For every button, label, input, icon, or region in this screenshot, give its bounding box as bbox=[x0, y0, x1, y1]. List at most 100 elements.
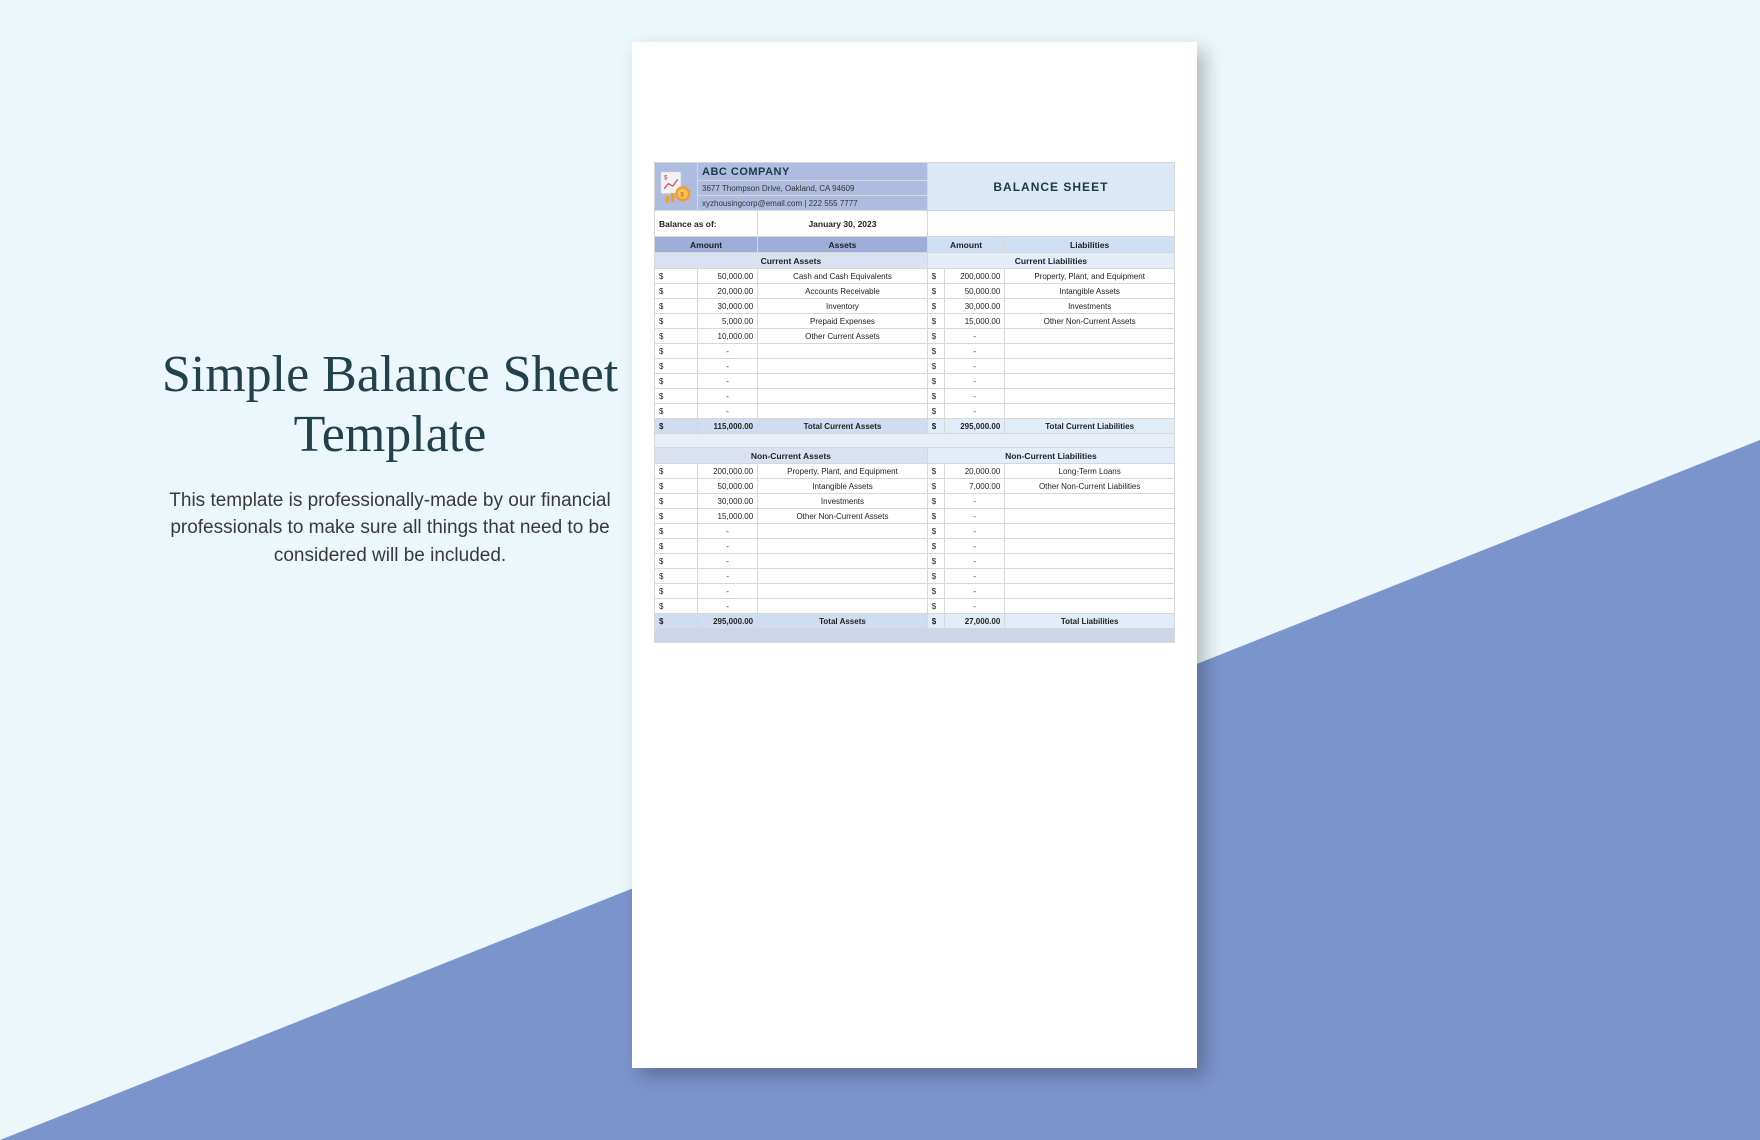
row-amount: - bbox=[698, 569, 758, 584]
row-label bbox=[1005, 329, 1175, 344]
row-amount: - bbox=[698, 584, 758, 599]
currency-symbol: $ bbox=[655, 569, 698, 584]
currency-symbol: $ bbox=[927, 374, 944, 389]
row-label bbox=[1005, 539, 1175, 554]
total-assets-amt: 295,000.00 bbox=[698, 614, 758, 629]
currency-symbol: $ bbox=[655, 464, 698, 479]
currency-symbol: $ bbox=[927, 314, 944, 329]
currency-symbol: $ bbox=[655, 299, 698, 314]
currency-symbol: $ bbox=[927, 269, 944, 284]
row-label bbox=[758, 524, 928, 539]
currency-symbol: $ bbox=[927, 344, 944, 359]
row-amount: - bbox=[945, 344, 1005, 359]
row-label bbox=[1005, 374, 1175, 389]
total-current-liab-label: Total Current Liabilities bbox=[1005, 419, 1175, 434]
row-amount: 10,000.00 bbox=[698, 329, 758, 344]
row-amount: 5,000.00 bbox=[698, 314, 758, 329]
promo-block: Simple Balance Sheet Template This templ… bbox=[160, 345, 620, 569]
row-label: Long-Term Loans bbox=[1005, 464, 1175, 479]
row-amount: - bbox=[945, 404, 1005, 419]
row-amount: - bbox=[698, 344, 758, 359]
currency-symbol: $ bbox=[927, 299, 944, 314]
row-label: Prepaid Expenses bbox=[758, 314, 928, 329]
row-amount: - bbox=[945, 389, 1005, 404]
currency-symbol: $ bbox=[655, 389, 698, 404]
row-label bbox=[758, 359, 928, 374]
row-label bbox=[1005, 509, 1175, 524]
currency-symbol: $ bbox=[927, 524, 944, 539]
company-name: ABC COMPANY bbox=[698, 163, 928, 181]
row-label bbox=[1005, 554, 1175, 569]
row-amount: - bbox=[698, 389, 758, 404]
total-assets-label: Total Assets bbox=[758, 614, 928, 629]
row-label bbox=[1005, 404, 1175, 419]
currency-symbol: $ bbox=[655, 314, 698, 329]
row-amount: - bbox=[698, 374, 758, 389]
row-label: Accounts Receivable bbox=[758, 284, 928, 299]
col-liabilities: Liabilities bbox=[1005, 237, 1175, 253]
row-amount: - bbox=[698, 599, 758, 614]
row-amount: 200,000.00 bbox=[945, 269, 1005, 284]
row-label bbox=[1005, 359, 1175, 374]
row-label: Property, Plant, and Equipment bbox=[758, 464, 928, 479]
currency-symbol: $ bbox=[655, 479, 698, 494]
row-label: Other Current Assets bbox=[758, 329, 928, 344]
row-label bbox=[1005, 524, 1175, 539]
row-amount: - bbox=[945, 554, 1005, 569]
currency-symbol: $ bbox=[655, 509, 698, 524]
row-amount: - bbox=[698, 404, 758, 419]
currency-symbol: $ bbox=[927, 599, 944, 614]
spacer bbox=[655, 434, 1175, 448]
company-contact: xyzhousingcorp@email.com | 222 555 7777 bbox=[698, 196, 928, 211]
currency-symbol: $ bbox=[927, 584, 944, 599]
currency-symbol: $ bbox=[655, 614, 698, 629]
currency-symbol: $ bbox=[655, 524, 698, 539]
currency-symbol: $ bbox=[927, 419, 944, 434]
currency-symbol: $ bbox=[655, 599, 698, 614]
currency-symbol: $ bbox=[927, 554, 944, 569]
row-amount: 30,000.00 bbox=[945, 299, 1005, 314]
row-label: Cash and Cash Equivalents bbox=[758, 269, 928, 284]
total-current-assets-amt: 115,000.00 bbox=[698, 419, 758, 434]
row-label: Intangible Assets bbox=[1005, 284, 1175, 299]
balance-date: January 30, 2023 bbox=[758, 211, 928, 237]
currency-symbol: $ bbox=[655, 539, 698, 554]
currency-symbol: $ bbox=[927, 479, 944, 494]
row-label bbox=[758, 344, 928, 359]
currency-symbol: $ bbox=[927, 569, 944, 584]
row-amount: - bbox=[698, 359, 758, 374]
row-label: Other Non-Current Liabilities bbox=[1005, 479, 1175, 494]
row-label bbox=[1005, 584, 1175, 599]
row-label: Other Non-Current Assets bbox=[1005, 314, 1175, 329]
promo-title: Simple Balance Sheet Template bbox=[160, 345, 620, 465]
currency-symbol: $ bbox=[927, 329, 944, 344]
row-label: Property, Plant, and Equipment bbox=[1005, 269, 1175, 284]
row-amount: - bbox=[698, 554, 758, 569]
row-amount: - bbox=[945, 584, 1005, 599]
document-page: $ $ ABC COMPANY BALANCE SHEET 3677 Thomp… bbox=[632, 42, 1197, 1068]
section-noncurrent-assets: Non-Current Assets bbox=[655, 448, 928, 464]
currency-symbol: $ bbox=[927, 494, 944, 509]
row-label bbox=[758, 539, 928, 554]
currency-symbol: $ bbox=[655, 404, 698, 419]
total-current-assets-label: Total Current Assets bbox=[758, 419, 928, 434]
row-amount: 50,000.00 bbox=[698, 479, 758, 494]
row-amount: 20,000.00 bbox=[945, 464, 1005, 479]
currency-symbol: $ bbox=[655, 329, 698, 344]
section-current-assets: Current Assets bbox=[655, 253, 928, 269]
row-amount: 50,000.00 bbox=[945, 284, 1005, 299]
row-amount: 15,000.00 bbox=[698, 509, 758, 524]
row-amount: - bbox=[945, 539, 1005, 554]
row-amount: 15,000.00 bbox=[945, 314, 1005, 329]
company-logo-icon: $ $ bbox=[659, 170, 693, 204]
row-amount: - bbox=[945, 509, 1005, 524]
row-amount: - bbox=[945, 329, 1005, 344]
svg-text:$: $ bbox=[680, 191, 684, 198]
total-liab-amt: 27,000.00 bbox=[945, 614, 1005, 629]
row-label bbox=[1005, 494, 1175, 509]
row-label bbox=[1005, 569, 1175, 584]
currency-symbol: $ bbox=[927, 509, 944, 524]
row-amount: - bbox=[945, 374, 1005, 389]
currency-symbol: $ bbox=[655, 359, 698, 374]
currency-symbol: $ bbox=[655, 584, 698, 599]
